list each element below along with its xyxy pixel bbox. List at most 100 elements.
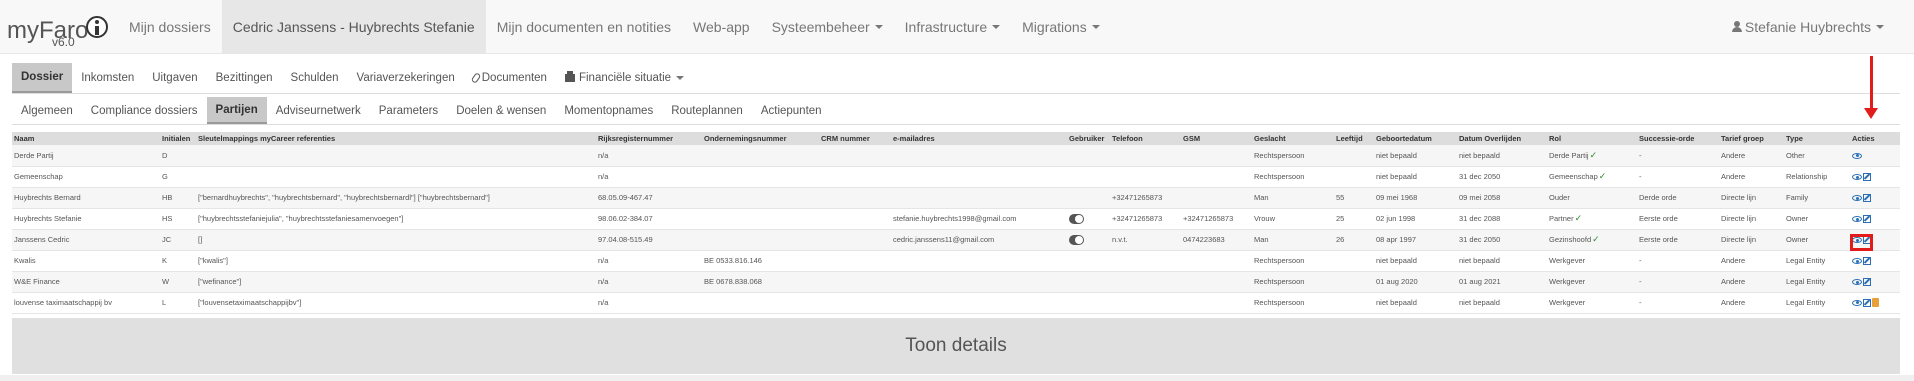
column-header: CRM nummer: [819, 132, 891, 145]
cell-succ: -: [1637, 292, 1719, 314]
nav-item-label: Migrations: [1022, 18, 1087, 35]
nav-item-2[interactable]: Mijn documenten en notities: [486, 0, 682, 53]
eye-icon[interactable]: [1852, 152, 1862, 159]
user-toggle[interactable]: [1069, 213, 1084, 224]
column-header: Geboortedatum: [1374, 132, 1457, 145]
cell-crm: [819, 229, 891, 251]
eye-icon[interactable]: [1852, 216, 1862, 222]
cell-toggle: [1067, 187, 1110, 209]
nav-item-3[interactable]: Web-app: [682, 0, 761, 53]
cell-init: W: [160, 271, 196, 293]
nav-item-label: Mijn dossiers: [129, 18, 211, 35]
tab-main-6[interactable]: Documenten: [464, 63, 556, 93]
eye-icon[interactable]: [1852, 299, 1862, 306]
eye-icon[interactable]: [1852, 174, 1862, 180]
column-header: Type: [1784, 132, 1850, 145]
edit-icon[interactable]: [1863, 257, 1871, 265]
cell-tarief: Andere: [1719, 166, 1784, 188]
tab-sub-5[interactable]: Doelen & wensen: [447, 97, 555, 124]
trash-icon[interactable]: [1872, 298, 1879, 308]
tab-sub-6[interactable]: Momentopnames: [555, 97, 662, 124]
nav-item-0[interactable]: Mijn dossiers: [118, 0, 222, 53]
cell-tarief: Andere: [1719, 250, 1784, 272]
eye-icon[interactable]: [1852, 258, 1862, 264]
eye-icon[interactable]: [1852, 195, 1862, 201]
column-header: Sleutelmappings myCareer referenties: [196, 132, 596, 145]
tab-label: Momentopnames: [564, 104, 654, 117]
cell-onder: BE 0533.816.146: [702, 250, 819, 272]
tab-label: Dossier: [21, 71, 64, 83]
edit-icon[interactable]: [1863, 194, 1871, 202]
tab-main-5[interactable]: Variaverzekeringen: [348, 63, 464, 93]
cell-email: cedric.janssens11@gmail.com: [891, 229, 1067, 251]
table-body: Derde Partij Dn/a Rechtspersoon niet bepaal…: [12, 145, 1900, 314]
tab-sub-1[interactable]: Compliance dossiers: [82, 97, 207, 124]
cell-naam: Gemeenschap: [12, 166, 160, 188]
tab-main-2[interactable]: Uitgaven: [143, 63, 206, 93]
cell-geboorte: niet bepaald: [1374, 166, 1457, 188]
cell-geboorte: niet bepaald: [1374, 145, 1457, 167]
chevron-down-icon: [676, 76, 685, 80]
brand[interactable]: myFaro v6.0: [0, 0, 118, 53]
tab-label: Doelen & wensen: [456, 104, 547, 117]
nav-item-1[interactable]: Cedric Janssens - Huybrechts Stefanie: [221, 0, 486, 53]
cell-toggle: [1067, 229, 1110, 251]
tab-sub-8[interactable]: Actiepunten: [752, 97, 831, 124]
cell-rijks: n/a: [596, 145, 702, 167]
nav-item-4[interactable]: Systeembeheer: [761, 0, 894, 53]
tab-sub-4[interactable]: Parameters: [370, 97, 447, 124]
cell-onder: [702, 187, 819, 209]
brand-version: v6.0: [52, 35, 75, 49]
cell-tarief: Andere: [1719, 292, 1784, 314]
column-header: Ondernemingsnummer: [702, 132, 819, 145]
cell-toggle: [1067, 292, 1110, 314]
tab-main-4[interactable]: Schulden: [282, 63, 348, 93]
cell-rol: Werkgever: [1547, 292, 1637, 314]
tab-main-1[interactable]: Inkomsten: [72, 63, 143, 93]
tab-sub-0[interactable]: Algemeen: [12, 97, 82, 124]
cell-gsm: [1181, 292, 1252, 314]
cell-gsm: [1181, 187, 1252, 209]
cell-toggle: [1067, 166, 1110, 188]
edit-icon[interactable]: [1863, 278, 1871, 286]
cell-succ: -: [1637, 166, 1719, 188]
cell-leeftijd: [1334, 250, 1374, 272]
tab-sub-3[interactable]: Adviseurnetwerk: [267, 97, 370, 124]
nav-item-5[interactable]: Infrastructure: [894, 0, 1011, 53]
tab-label: Partijen: [215, 103, 258, 116]
tab-label: Parameters: [378, 104, 439, 117]
tab-main-3[interactable]: Bezittingen: [207, 63, 282, 93]
user-icon: [1731, 21, 1742, 32]
tab-main-7[interactable]: Financiële situatie: [556, 63, 693, 93]
tab-main-0[interactable]: Dossier: [12, 63, 73, 93]
cell-geboorte: niet bepaald: [1374, 292, 1457, 314]
cell-geslacht: Rechtspersoon: [1252, 166, 1334, 188]
table-row: W&E Finance W ["wefinance"] n/a BE 0678.838.…: [12, 271, 1900, 293]
tab-sub-7[interactable]: Routeplannen: [662, 97, 752, 124]
annotation-highlight-box: [1850, 234, 1873, 251]
column-header: Leeftijd: [1334, 132, 1374, 145]
column-header: Datum Overlijden: [1457, 132, 1547, 145]
cell-onder: [702, 208, 819, 230]
paperclip-icon: [470, 72, 482, 84]
cell-naam: Huybrechts Bernard: [12, 187, 160, 209]
user-toggle[interactable]: [1069, 234, 1084, 245]
cell-overlijden: niet bepaald: [1457, 145, 1547, 167]
cell-tel: n.v.t.: [1110, 229, 1181, 251]
cell-crm: [819, 271, 891, 293]
eye-icon[interactable]: [1852, 279, 1862, 285]
cell-mappings: [196, 145, 596, 167]
tab-sub-2[interactable]: Partijen: [206, 97, 267, 124]
cell-tarief: Andere: [1719, 145, 1784, 167]
cell-gsm: [1181, 145, 1252, 167]
tab-label: Bezittingen: [215, 72, 273, 84]
edit-icon[interactable]: [1863, 173, 1871, 181]
user-menu[interactable]: Stefanie Huybrechts: [1721, 0, 1914, 53]
edit-icon[interactable]: [1863, 215, 1871, 223]
edit-icon[interactable]: [1863, 298, 1871, 307]
cell-rol: Derde Partij✓: [1547, 145, 1637, 167]
cell-init: HS: [160, 208, 196, 230]
toon-details-button[interactable]: Toon details: [12, 318, 1900, 374]
cell-overlijden: niet bepaald: [1457, 250, 1547, 272]
nav-item-6[interactable]: Migrations: [1011, 0, 1111, 53]
